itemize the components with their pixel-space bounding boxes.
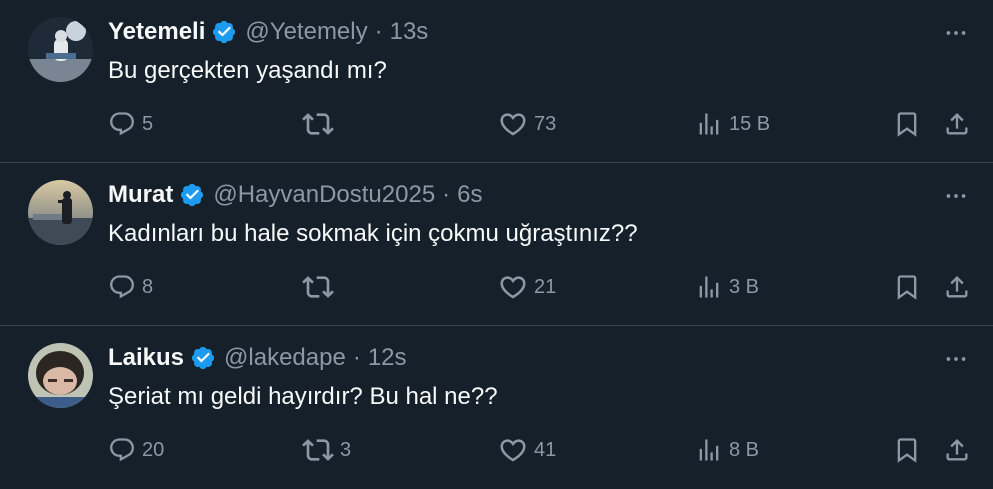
separator-dot: · xyxy=(442,181,451,208)
more-icon[interactable] xyxy=(943,183,969,209)
views-icon xyxy=(695,273,723,301)
views-count: 15 B xyxy=(729,112,771,135)
heart-icon xyxy=(498,435,528,465)
like-count: 73 xyxy=(534,112,557,135)
retweet-icon xyxy=(302,434,334,466)
like-button[interactable]: 41 xyxy=(498,432,556,468)
reply-icon xyxy=(108,436,136,464)
share-button[interactable] xyxy=(943,106,971,142)
tweet-text: Bu gerçekten yaşandı mı? xyxy=(108,57,387,84)
tweet-text: Şeriat mı geldi hayırdır? Bu hal ne?? xyxy=(108,383,498,410)
reply-button[interactable]: 8 xyxy=(108,269,153,305)
bookmark-button[interactable] xyxy=(893,106,921,142)
reply-button[interactable]: 5 xyxy=(108,106,153,142)
bookmark-button[interactable] xyxy=(893,269,921,305)
retweet-count: 3 xyxy=(340,438,352,461)
separator-dot: · xyxy=(352,344,361,371)
avatar[interactable] xyxy=(28,180,93,245)
views-count: 8 B xyxy=(729,438,760,461)
reply-button[interactable]: 20 xyxy=(108,432,164,468)
handle[interactable]: @Yetemely xyxy=(245,18,367,46)
avatar[interactable] xyxy=(28,343,93,408)
share-icon xyxy=(943,436,971,464)
display-name[interactable]: Yetemeli xyxy=(108,18,205,46)
verified-badge-icon xyxy=(179,182,205,208)
reply-icon xyxy=(108,110,136,138)
like-count: 21 xyxy=(534,275,557,298)
retweet-icon xyxy=(302,108,334,140)
reply-icon xyxy=(108,273,136,301)
share-button[interactable] xyxy=(943,269,971,305)
display-name[interactable]: Laikus xyxy=(108,344,184,372)
timestamp[interactable]: 6s xyxy=(457,181,482,209)
tweet[interactable]: Laikus @lakedape · 12s Şeriat mı geldi h… xyxy=(0,326,993,489)
tweet[interactable]: Yetemeli @Yetemely · 13s Bu gerçekten ya… xyxy=(0,0,993,163)
heart-icon xyxy=(498,109,528,139)
retweet-button[interactable] xyxy=(302,269,340,305)
views-button[interactable]: 8 B xyxy=(695,432,759,468)
views-icon xyxy=(695,436,723,464)
retweet-button[interactable] xyxy=(302,106,340,142)
verified-badge-icon xyxy=(211,19,237,45)
retweet-icon xyxy=(302,271,334,303)
share-icon xyxy=(943,273,971,301)
retweet-button[interactable]: 3 xyxy=(302,432,351,468)
timestamp[interactable]: 13s xyxy=(390,18,429,46)
share-button[interactable] xyxy=(943,432,971,468)
bookmark-icon xyxy=(893,436,921,464)
avatar[interactable] xyxy=(28,17,93,82)
like-count: 41 xyxy=(534,438,557,461)
display-name[interactable]: Murat xyxy=(108,181,173,209)
separator-dot: · xyxy=(374,18,383,45)
views-count: 3 B xyxy=(729,275,760,298)
tweet[interactable]: Murat @HayvanDostu2025 · 6s Kadınları bu… xyxy=(0,163,993,326)
like-button[interactable]: 73 xyxy=(498,106,556,142)
verified-badge-icon xyxy=(190,345,216,371)
more-icon[interactable] xyxy=(943,20,969,46)
more-icon[interactable] xyxy=(943,346,969,372)
reply-count: 8 xyxy=(142,275,154,298)
like-button[interactable]: 21 xyxy=(498,269,556,305)
bookmark-icon xyxy=(893,273,921,301)
bookmark-button[interactable] xyxy=(893,432,921,468)
handle[interactable]: @lakedape xyxy=(224,344,346,372)
bookmark-icon xyxy=(893,110,921,138)
action-bar: 8 21 3 B xyxy=(0,269,993,305)
handle[interactable]: @HayvanDostu2025 xyxy=(213,181,435,209)
tweet-text: Kadınları bu hale sokmak için çokmu uğra… xyxy=(108,220,638,247)
views-button[interactable]: 15 B xyxy=(695,106,770,142)
timestamp[interactable]: 12s xyxy=(368,344,407,372)
heart-icon xyxy=(498,272,528,302)
action-bar: 20 3 41 8 B xyxy=(0,432,993,468)
share-icon xyxy=(943,110,971,138)
action-bar: 5 73 15 B xyxy=(0,106,993,142)
views-icon xyxy=(695,110,723,138)
reply-count: 20 xyxy=(142,438,165,461)
reply-count: 5 xyxy=(142,112,154,135)
views-button[interactable]: 3 B xyxy=(695,269,759,305)
